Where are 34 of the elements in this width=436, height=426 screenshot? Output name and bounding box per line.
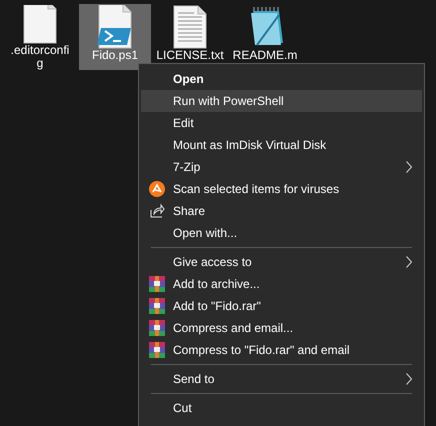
text-file-icon xyxy=(173,5,207,49)
chevron-right-icon xyxy=(406,256,412,268)
menu-item[interactable]: Mount as ImDisk Virtual Disk xyxy=(141,134,422,156)
menu-item[interactable]: Share xyxy=(141,200,422,222)
file-name: LICENSE.txt xyxy=(156,49,224,62)
chevron-right-icon xyxy=(406,373,412,385)
archive-books-icon xyxy=(149,320,165,336)
menu-item[interactable]: Add to archive... xyxy=(141,273,422,295)
file-name: .editorconfi xyxy=(10,44,70,57)
blank-file-icon xyxy=(23,5,57,44)
archive-books-icon xyxy=(149,298,165,314)
menu-item[interactable]: Edit xyxy=(141,112,422,134)
menu-item[interactable]: Cut xyxy=(141,397,422,419)
menu-item[interactable]: 7-Zip xyxy=(141,156,422,178)
archive-books-icon xyxy=(149,342,165,358)
menu-item[interactable]: Scan selected items for viruses xyxy=(141,178,422,200)
archive-books-icon xyxy=(149,276,165,292)
file-name: Fido.ps1 xyxy=(92,49,138,62)
menu-item[interactable]: Run with PowerShell xyxy=(141,90,422,112)
share-icon xyxy=(149,203,165,219)
file-name: g xyxy=(36,57,44,70)
chevron-right-icon xyxy=(406,161,412,173)
menu-item[interactable]: Give access to xyxy=(141,251,422,273)
menu-item[interactable]: Open with... xyxy=(141,222,422,244)
menu-item[interactable]: Compress to "Fido.rar" and email xyxy=(141,339,422,361)
menu-item[interactable]: Open xyxy=(141,68,422,90)
file-name: README.m xyxy=(232,49,298,62)
file-tile[interactable]: Fido.ps1 xyxy=(79,4,151,70)
file-tile[interactable]: .editorconfi g xyxy=(4,4,76,70)
menu-item[interactable]: Send to xyxy=(141,368,422,390)
file-tile[interactable]: LICENSE.txt xyxy=(154,4,226,70)
file-tile[interactable]: README.m xyxy=(229,4,301,70)
menu-item[interactable]: Add to "Fido.rar" xyxy=(141,295,422,317)
menu-item[interactable]: Compress and email... xyxy=(141,317,422,339)
